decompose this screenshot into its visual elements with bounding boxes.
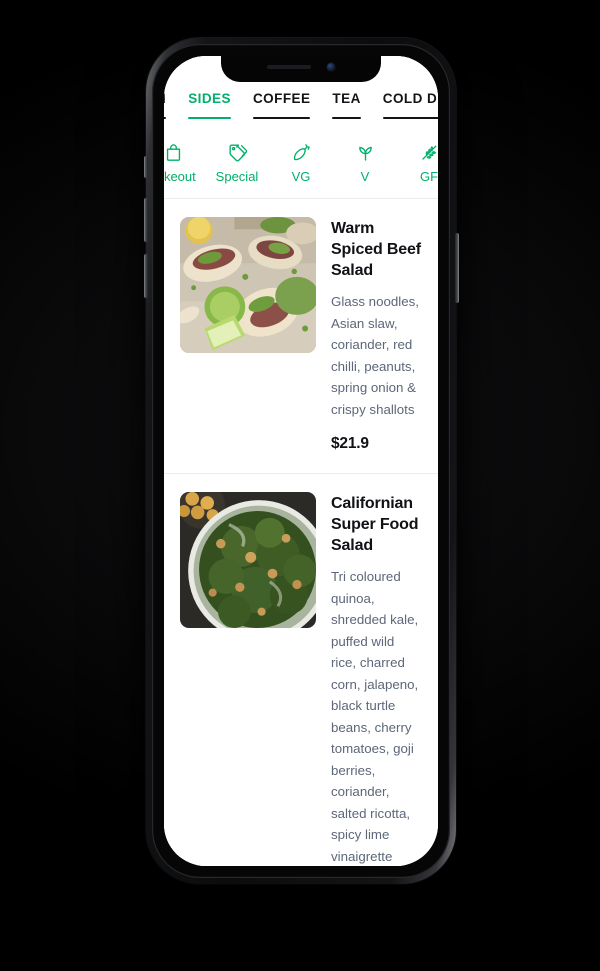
filter-label: V	[360, 169, 370, 184]
price-tag-icon	[205, 142, 269, 163]
menu-item[interactable]: Warm Spiced Beef Salad Glass noodles, Asi…	[164, 199, 438, 473]
filter-vg[interactable]: VG	[269, 142, 333, 184]
phone-bezel: H SIDES COFFEE TEA COLD DRINKS Takeout Specia…	[152, 44, 450, 878]
volume-down-button[interactable]	[143, 254, 148, 298]
menu-item-description: Tri coloured quinoa, shredded kale, puff…	[331, 569, 419, 864]
filter-special[interactable]: Special	[205, 142, 269, 184]
tab-underline	[382, 117, 438, 120]
menu-item-description: Glass noodles, Asian slaw, coriander, re…	[331, 294, 419, 417]
menu-item-body: Californian Super Food Salad Tri coloured…	[331, 492, 422, 866]
tab-label: H	[164, 90, 166, 107]
tab-label: SIDES	[188, 91, 231, 106]
filter-v[interactable]: V	[333, 142, 397, 184]
tab-label: COFFEE	[252, 91, 311, 106]
filter-takeout[interactable]: Takeout	[164, 142, 205, 184]
menu-item[interactable]: Californian Super Food Salad Tri coloured…	[164, 474, 438, 866]
screenshot-stage: H SIDES COFFEE TEA COLD DRINKS Takeout Specia…	[0, 0, 600, 971]
tab-label: TEA	[332, 91, 361, 106]
shopping-bag-icon	[164, 142, 205, 163]
silent-switch-button[interactable]	[144, 156, 148, 178]
filter-label: Takeout	[164, 169, 196, 184]
tab-underline	[332, 117, 361, 120]
filter-label: Special	[215, 169, 259, 184]
menu-item-body: Warm Spiced Beef Salad Glass noodles, Asi…	[331, 217, 422, 453]
filter-label: GF	[419, 169, 438, 184]
phone-notch	[221, 56, 381, 82]
menu-item-price: $21.9	[331, 435, 369, 452]
tab-label: COLD DRINKS	[382, 91, 438, 106]
filter-label: VG	[291, 169, 311, 184]
earpiece-speaker-icon	[266, 64, 311, 70]
carrot-icon	[269, 142, 333, 163]
tab-coffee[interactable]: COFFEE	[242, 90, 321, 120]
tab-underline	[252, 117, 311, 120]
power-button[interactable]	[454, 233, 459, 303]
menu-app: H SIDES COFFEE TEA COLD DRINKS Takeout Specia…	[164, 56, 438, 866]
tab-underline	[164, 117, 167, 120]
menu-item-image	[180, 492, 316, 628]
tab-h[interactable]: H	[164, 90, 177, 120]
menu-item-title: Warm Spiced Beef Salad	[331, 220, 421, 279]
tab-underline	[188, 117, 231, 120]
filter-row[interactable]: Takeout Special VG V GF	[164, 126, 438, 198]
volume-up-button[interactable]	[143, 198, 148, 242]
tab-cold-drinks[interactable]: COLD DRINKS	[372, 90, 438, 120]
menu-item-title: Californian Super Food Salad	[331, 495, 419, 554]
menu-item-image	[180, 217, 316, 353]
wheat-icon	[397, 142, 438, 163]
sprout-icon	[333, 142, 397, 163]
tab-tea[interactable]: TEA	[321, 90, 371, 120]
phone-screen: H SIDES COFFEE TEA COLD DRINKS Takeout Specia…	[164, 56, 438, 866]
tab-sides[interactable]: SIDES	[177, 90, 242, 120]
front-camera-icon	[326, 62, 336, 72]
phone-device-mockup: H SIDES COFFEE TEA COLD DRINKS Takeout Specia…	[143, 38, 459, 884]
filter-gf[interactable]: GF	[397, 142, 438, 184]
menu-list[interactable]: Warm Spiced Beef Salad Glass noodles, Asi…	[164, 199, 438, 866]
